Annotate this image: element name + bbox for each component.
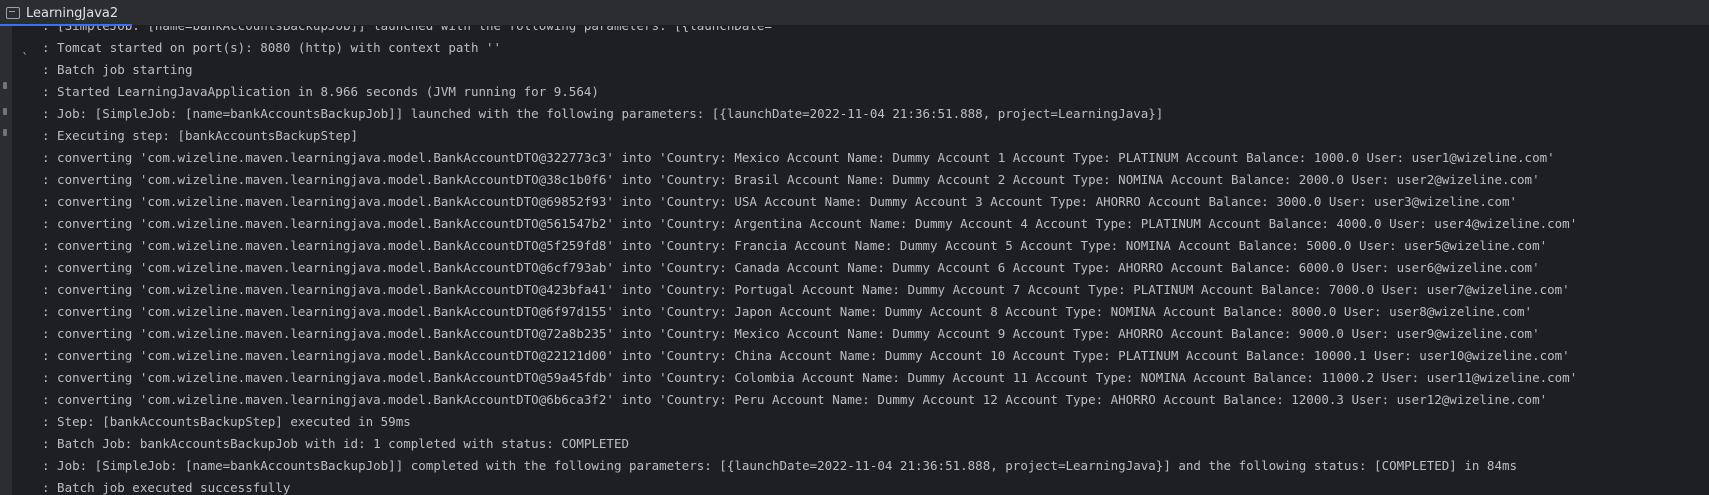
- console-line-text: : converting 'com.wizeline.maven.learnin…: [42, 238, 1548, 253]
- console-line[interactable]: : converting 'com.wizeline.maven.learnin…: [12, 323, 1709, 345]
- console-line[interactable]: : converting 'com.wizeline.maven.learnin…: [12, 191, 1709, 213]
- console-line-text: : converting 'com.wizeline.maven.learnin…: [42, 326, 1540, 341]
- console-line-text: : converting 'com.wizeline.maven.learnin…: [42, 216, 1578, 231]
- console-line-text: : converting 'com.wizeline.maven.learnin…: [42, 172, 1540, 187]
- console-output[interactable]: : [SimpleJob: [name=bankAccountsBackupJo…: [12, 26, 1709, 495]
- console-line-text: : converting 'com.wizeline.maven.learnin…: [42, 392, 1548, 407]
- console-line[interactable]: : Job: [SimpleJob: [name=bankAccountsBac…: [12, 455, 1709, 477]
- console-line[interactable]: : converting 'com.wizeline.maven.learnin…: [12, 257, 1709, 279]
- left-gutter: [0, 26, 12, 495]
- console-line-text: : Executing step: [bankAccountsBackupSte…: [42, 128, 359, 143]
- console-line[interactable]: : converting 'com.wizeline.maven.learnin…: [12, 367, 1709, 389]
- console-line-text: : Step: [bankAccountsBackupStep] execute…: [42, 414, 411, 429]
- console-line[interactable]: : converting 'com.wizeline.maven.learnin…: [12, 279, 1709, 301]
- console-line-text: : [SimpleJob: [name=bankAccountsBackupJo…: [42, 26, 772, 37]
- console-line-text: : converting 'com.wizeline.maven.learnin…: [42, 370, 1578, 385]
- console-line[interactable]: : converting 'com.wizeline.maven.learnin…: [12, 389, 1709, 411]
- console-line-text: : converting 'com.wizeline.maven.learnin…: [42, 260, 1540, 275]
- console-line-text: : Tomcat started on port(s): 8080 (http)…: [42, 40, 502, 55]
- console-line[interactable]: : Started LearningJavaApplication in 8.9…: [12, 81, 1709, 103]
- console-line-text: : Job: [SimpleJob: [name=bankAccountsBac…: [42, 458, 1518, 473]
- console-line[interactable]: : converting 'com.wizeline.maven.learnin…: [12, 147, 1709, 169]
- console-line-text: : Started LearningJavaApplication in 8.9…: [42, 84, 599, 99]
- gutter-icon: [3, 108, 7, 115]
- console-line[interactable]: : converting 'com.wizeline.maven.learnin…: [12, 235, 1709, 257]
- console-line-text: : converting 'com.wizeline.maven.learnin…: [42, 282, 1570, 297]
- console-line[interactable]: : [SimpleJob: [name=bankAccountsBackupJo…: [12, 26, 1709, 37]
- tab-bar: LearningJava2: [0, 0, 1709, 26]
- gutter-icon: [3, 82, 7, 89]
- console-line[interactable]: : Job: [SimpleJob: [name=bankAccountsBac…: [12, 103, 1709, 125]
- fold-marker-icon[interactable]: ˎ: [21, 37, 31, 59]
- console-line-text: : converting 'com.wizeline.maven.learnin…: [42, 304, 1533, 319]
- console-line-text: : Job: [SimpleJob: [name=bankAccountsBac…: [42, 106, 1164, 121]
- console-line-text: : converting 'com.wizeline.maven.learnin…: [42, 150, 1555, 165]
- console-line[interactable]: : Step: [bankAccountsBackupStep] execute…: [12, 411, 1709, 433]
- console-line[interactable]: : converting 'com.wizeline.maven.learnin…: [12, 169, 1709, 191]
- console-line[interactable]: : Tomcat started on port(s): 8080 (http)…: [12, 37, 1709, 59]
- console-line-text: : converting 'com.wizeline.maven.learnin…: [42, 194, 1518, 209]
- console-line[interactable]: : Batch job executed successfully: [12, 477, 1709, 495]
- console-line[interactable]: : Batch Job: bankAccountsBackupJob with …: [12, 433, 1709, 455]
- console-line[interactable]: : converting 'com.wizeline.maven.learnin…: [12, 345, 1709, 367]
- console-line-text: : converting 'com.wizeline.maven.learnin…: [42, 348, 1570, 363]
- console-line[interactable]: : converting 'com.wizeline.maven.learnin…: [12, 213, 1709, 235]
- console-line[interactable]: : Batch job starting: [12, 59, 1709, 81]
- console-line-text: : Batch job starting: [42, 62, 193, 77]
- tab-label: LearningJava2: [26, 5, 119, 21]
- console-line-text: : Batch job executed successfully: [42, 480, 291, 495]
- console-icon: [6, 7, 20, 19]
- console-line-text: : Batch Job: bankAccountsBackupJob with …: [42, 436, 629, 451]
- console-line[interactable]: : converting 'com.wizeline.maven.learnin…: [12, 301, 1709, 323]
- tab-learningjava2[interactable]: LearningJava2: [0, 0, 132, 26]
- gutter-icon: [3, 129, 7, 136]
- console-line[interactable]: : Executing step: [bankAccountsBackupSte…: [12, 125, 1709, 147]
